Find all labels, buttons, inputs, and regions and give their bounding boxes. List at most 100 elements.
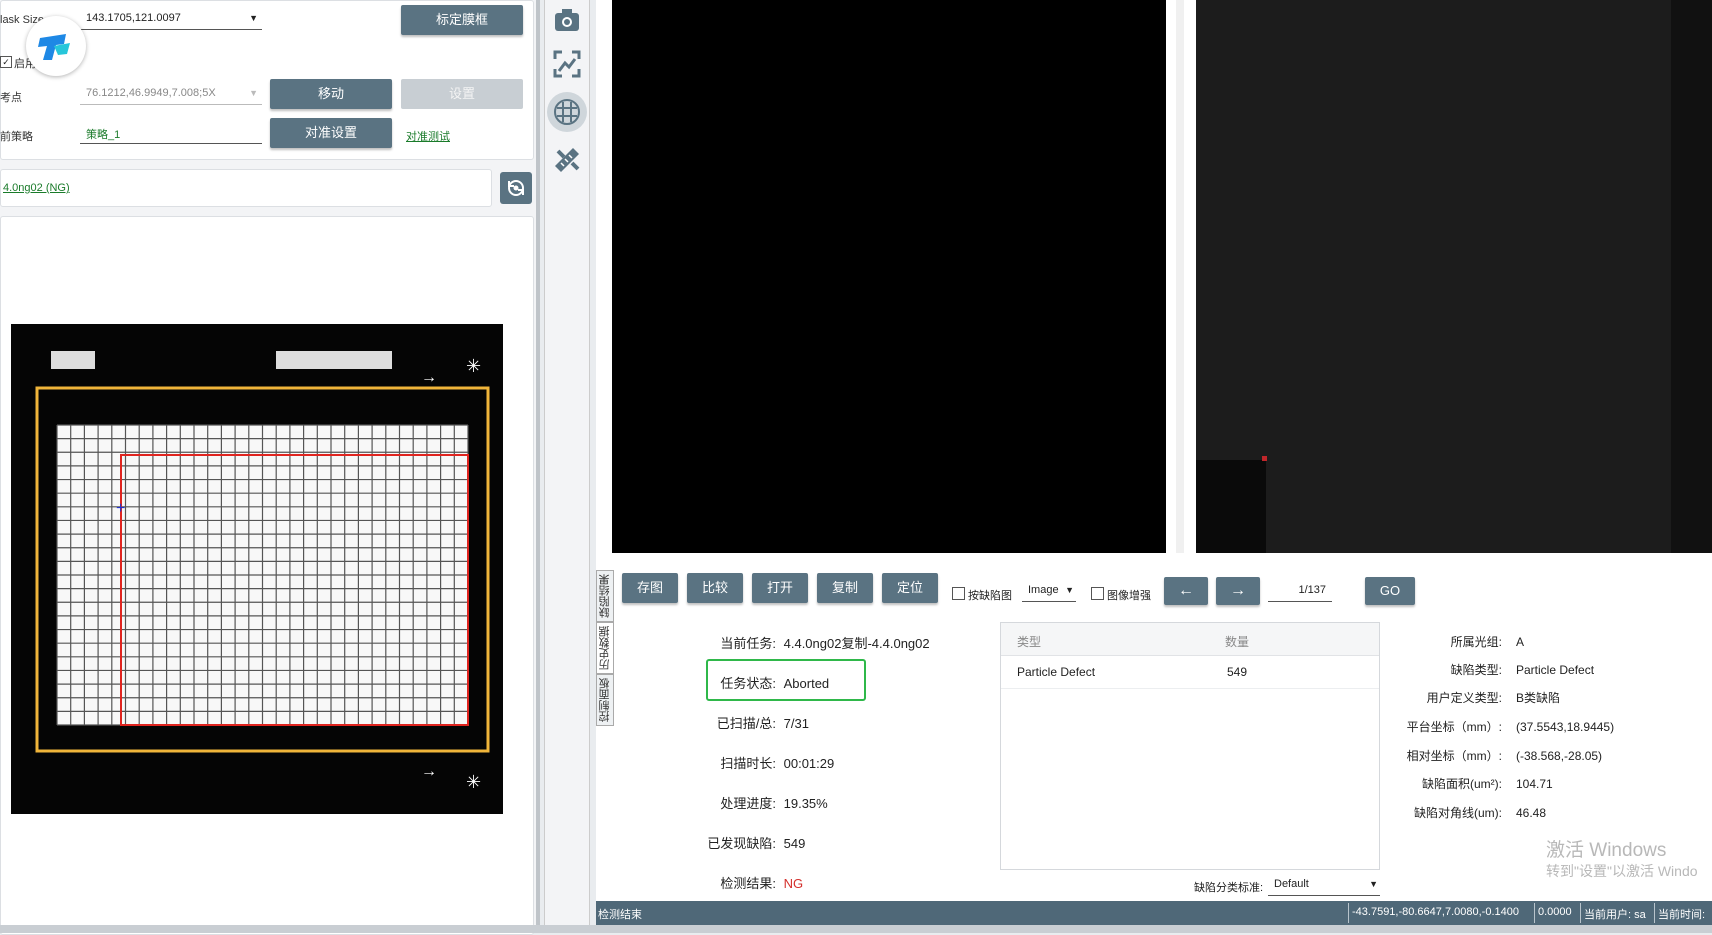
copy-button[interactable]: 复制: [817, 573, 873, 603]
prop-relative-value: (-38.568,-28.05): [1516, 749, 1603, 763]
defect-type-table: 类型 数量 Particle Defect 549: [1000, 622, 1380, 870]
table-row[interactable]: Particle Defect 549: [1001, 656, 1379, 689]
chevron-down-icon[interactable]: ▼: [249, 88, 258, 98]
compare-button[interactable]: 比较: [687, 573, 743, 603]
status-coords: -43.7591,-80.6647,7.0080,-0.1400: [1352, 906, 1519, 918]
prop-diagonal: 缺陷对角线(um): 46.48: [1352, 804, 1546, 821]
mask-size-input[interactable]: 143.1705,121.0097 ▼: [80, 10, 262, 30]
page-input[interactable]: 1/137: [1268, 582, 1332, 602]
prop-user-type-value: B类缺陷: [1516, 691, 1561, 705]
status-divider: [1654, 903, 1655, 923]
camera-icon: [555, 9, 579, 31]
info-result: 检测结果: NG: [646, 873, 803, 892]
prop-diagonal-key: 缺陷对角线(um):: [1414, 806, 1502, 820]
tab-history-data[interactable]: 历史数据: [596, 622, 614, 674]
asterisk-mark-bottom: ✳: [466, 772, 481, 792]
settings-button[interactable]: 设置: [401, 79, 523, 109]
info-duration-key: 扫描时长:: [720, 756, 776, 771]
image-view-left[interactable]: [612, 0, 1166, 553]
status-divider: [1580, 903, 1581, 923]
prop-area: 缺陷面积(um²): 104.71: [1352, 775, 1553, 792]
classify-select[interactable]: Default ▼: [1268, 876, 1380, 896]
wafer-map-button[interactable]: [547, 92, 587, 132]
open-button[interactable]: 打开: [752, 573, 808, 603]
left-panel: lask Size 143.1705,121.0097 ▼ 标定膜框 ✓ 启用 …: [0, 0, 540, 935]
row-count: 549: [1227, 665, 1248, 679]
crosshair-mark: +: [116, 500, 125, 517]
vertical-toolbar: [544, 0, 590, 933]
table-header: 类型 数量: [1001, 623, 1379, 656]
tab-defect-results[interactable]: 缺陷结果: [596, 570, 614, 622]
next-button[interactable]: →: [1216, 577, 1260, 605]
align-settings-button[interactable]: 对准设置: [270, 118, 392, 148]
arrow-mark-top: →: [421, 369, 437, 386]
save-image-button[interactable]: 存图: [622, 573, 678, 603]
enhance-checkbox[interactable]: [1091, 587, 1104, 600]
info-task-value: 4.4.0ng02复制-4.4.0ng02: [783, 636, 930, 651]
prop-area-value: 104.71: [1516, 777, 1553, 791]
enable-checkbox[interactable]: ✓: [0, 56, 12, 68]
info-duration-value: 00:01:29: [783, 756, 835, 771]
info-status: 任务状态: Aborted: [646, 673, 829, 692]
classify-value: Default: [1274, 878, 1309, 890]
measure-tool-button[interactable]: [547, 140, 587, 180]
move-button[interactable]: 移动: [270, 79, 392, 109]
status-divider: [1348, 903, 1349, 923]
fit-image-button[interactable]: [547, 44, 587, 84]
bottom-edge: [0, 925, 1712, 933]
defect-marker: [1262, 456, 1267, 461]
view-splitter[interactable]: [1176, 0, 1184, 553]
prop-stage-value: (37.5543,18.9445): [1516, 720, 1615, 734]
arrow-right-icon: →: [1230, 582, 1246, 599]
barcode-right: [276, 351, 392, 369]
prop-area-key: 缺陷面积(um²):: [1422, 777, 1502, 791]
go-button[interactable]: GO: [1365, 577, 1415, 605]
tab-control-panel[interactable]: 控制面板: [596, 674, 614, 726]
image-select-value: Image: [1028, 584, 1059, 596]
info-progress: 处理进度: 19.35%: [646, 793, 827, 812]
prev-button[interactable]: ←: [1164, 577, 1208, 605]
left-splitter[interactable]: [536, 0, 540, 933]
refresh-task-button[interactable]: [500, 172, 532, 204]
info-defects: 已发现缺陷: 549: [646, 833, 805, 852]
image-view-right[interactable]: [1196, 0, 1712, 553]
ref-point-label: 考点: [0, 92, 22, 104]
info-scanned: 已扫描/总: 7/31: [646, 713, 809, 732]
windows-watermark-line1: 激活 Windows: [1546, 840, 1667, 861]
image-select[interactable]: Image ▼: [1022, 582, 1076, 602]
info-scanned-key: 已扫描/总:: [716, 716, 776, 731]
camera-button[interactable]: [547, 0, 587, 40]
status-time: 当前时间:: [1658, 909, 1706, 921]
app-logo[interactable]: [26, 16, 86, 76]
prop-group-key: 所属光组:: [1450, 635, 1502, 649]
by-defect-checkbox[interactable]: [952, 587, 965, 600]
chevron-down-icon[interactable]: ▼: [1065, 585, 1074, 595]
chevron-down-icon[interactable]: ▼: [249, 13, 258, 23]
ruler-pencil-icon: [555, 148, 580, 172]
ref-point-input[interactable]: 76.1212,46.9949,7.008;5X ▼: [80, 85, 262, 105]
asterisk-mark-top: ✳: [466, 356, 481, 376]
prop-stage-key: 平台坐标（mm）:: [1406, 720, 1502, 734]
prop-group-value: A: [1516, 635, 1525, 649]
mask-overview-image[interactable]: ✳ → + → ✳: [11, 324, 503, 814]
mask-size-value: 143.1705,121.0097: [86, 12, 181, 24]
status-divider: [1534, 903, 1535, 923]
calibrate-frame-button[interactable]: 标定膜框: [401, 5, 523, 35]
fit-image-icon: [553, 50, 581, 78]
strategy-label: 前策略: [0, 131, 33, 143]
wafer-map-icon: [554, 99, 580, 125]
align-test-link[interactable]: 对准测试: [406, 128, 450, 144]
task-link[interactable]: 4.0ng02 (NG): [3, 182, 70, 194]
chevron-down-icon[interactable]: ▼: [1369, 879, 1378, 889]
prop-group: 所属光组: A: [1352, 633, 1524, 650]
row-type: Particle Defect: [1017, 665, 1096, 679]
strategy-input[interactable]: 策略_1: [80, 124, 262, 144]
prop-type: 缺陷类型: Particle Defect: [1352, 661, 1594, 678]
info-result-key: 检测结果:: [720, 876, 776, 891]
info-task: 当前任务: 4.4.0ng02复制-4.4.0ng02: [646, 633, 930, 652]
info-scanned-value: 7/31: [783, 716, 809, 731]
refresh-gear-icon: [508, 180, 524, 196]
info-defects-key: 已发现缺陷:: [707, 836, 776, 851]
by-defect-label: 按缺陷图: [968, 590, 1012, 602]
locate-button[interactable]: 定位: [882, 573, 938, 603]
